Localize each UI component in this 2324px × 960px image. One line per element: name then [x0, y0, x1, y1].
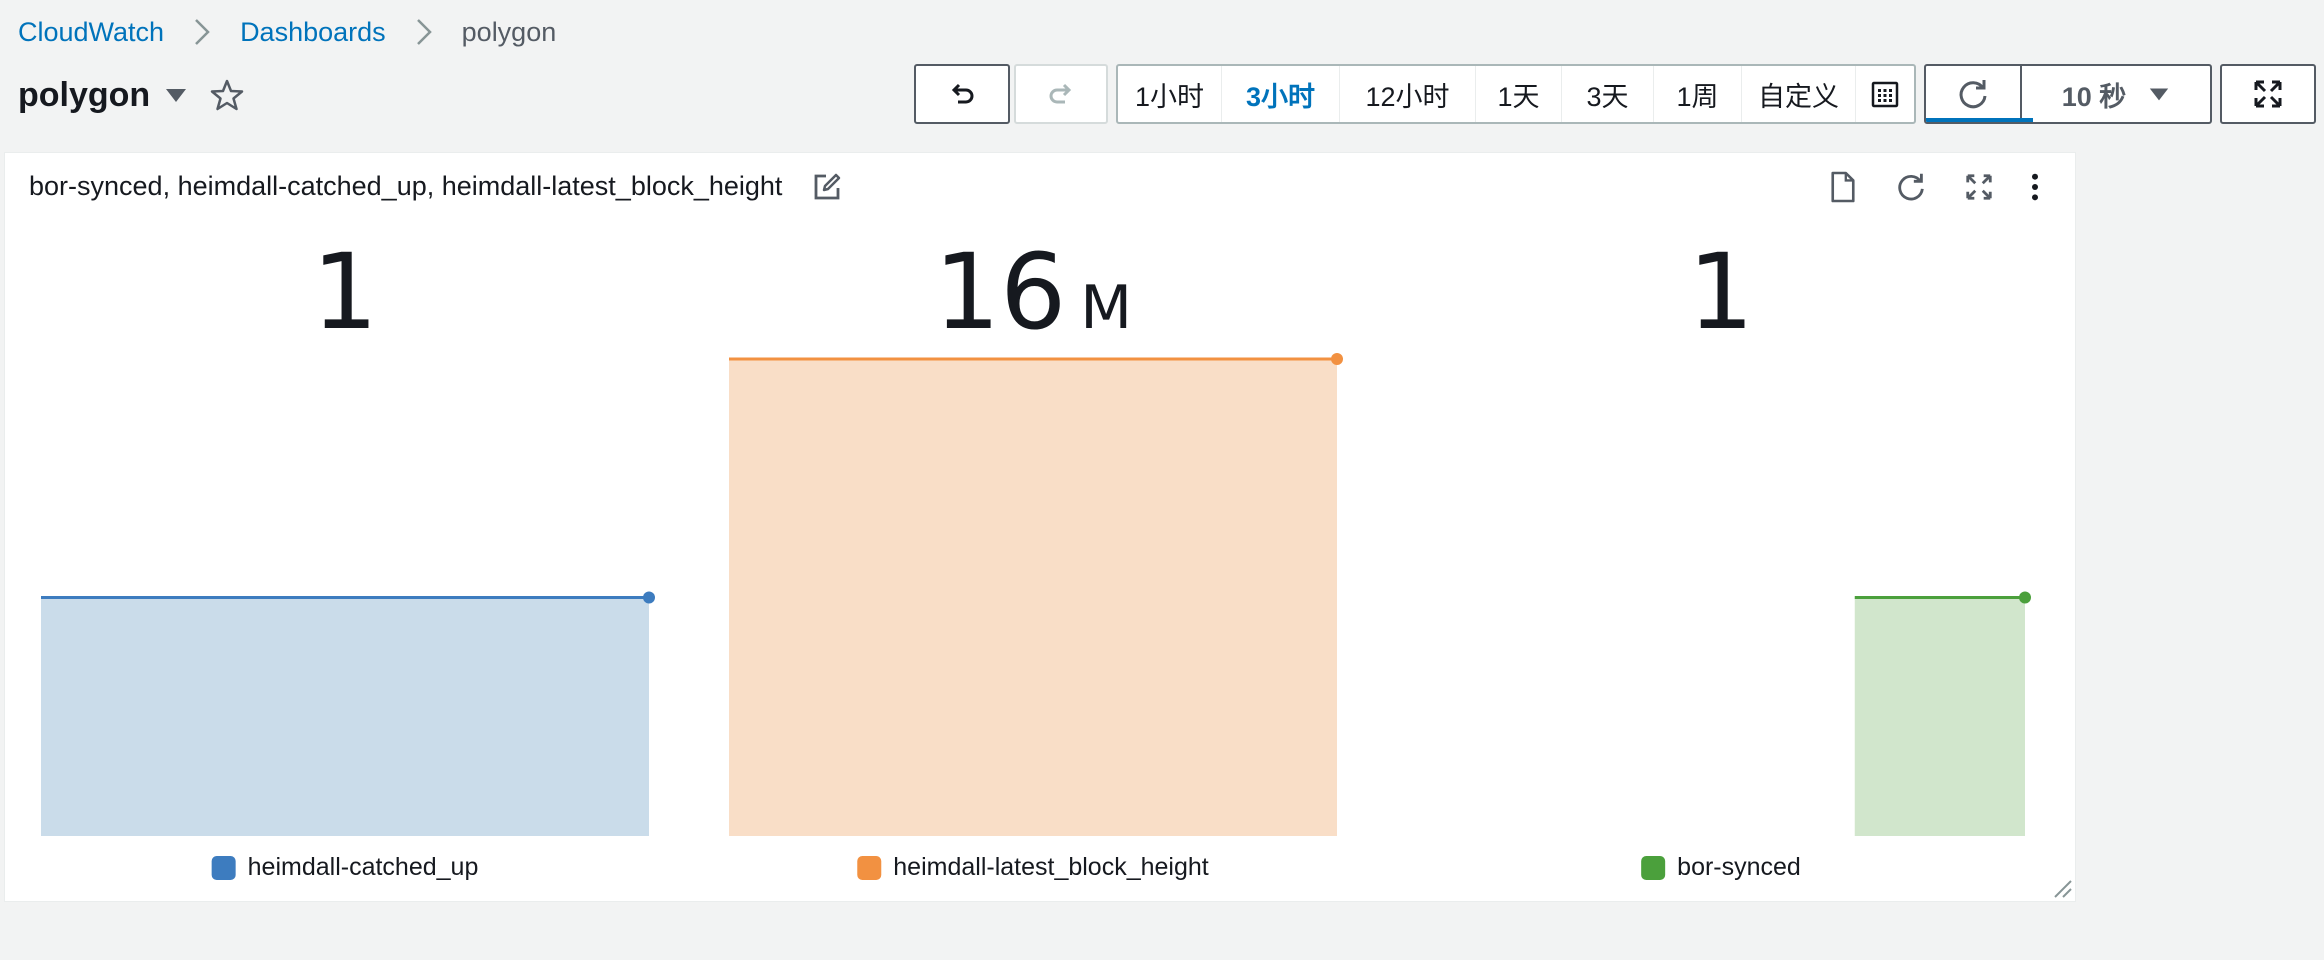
breadcrumb: CloudWatch Dashboards polygon — [18, 14, 556, 50]
resize-handle-icon[interactable] — [2049, 875, 2073, 899]
time-range-1w[interactable]: 1周 — [1654, 66, 1742, 122]
time-range-12h[interactable]: 12小时 — [1340, 66, 1476, 122]
sparkline-point — [1331, 353, 1343, 365]
refresh-progress-bar — [2022, 118, 2034, 122]
refresh-progress-bar — [1926, 118, 2022, 122]
redo-button[interactable] — [1014, 64, 1108, 124]
chevron-right-icon — [164, 17, 240, 47]
legend-item[interactable]: heimdall-catched_up — [211, 853, 479, 882]
refresh-interval-label: 10 秒 — [2061, 81, 2127, 112]
chevron-right-icon — [386, 17, 462, 47]
time-range-3h[interactable]: 3小时 — [1222, 66, 1340, 122]
fullscreen-button[interactable] — [2220, 64, 2316, 124]
legend-swatch — [211, 855, 236, 880]
undo-button[interactable] — [914, 64, 1010, 124]
sparkline-fill — [1854, 597, 2025, 836]
legend-label: heimdall-latest_block_height — [893, 853, 1209, 881]
refresh-interval-dropdown[interactable]: 10 秒 — [2022, 66, 2210, 122]
caret-down-icon — [2150, 88, 2169, 101]
time-range-3d[interactable]: 3天 — [1562, 66, 1654, 122]
refresh-icon — [1959, 80, 1987, 109]
breadcrumb-cloudwatch[interactable]: CloudWatch — [18, 17, 164, 48]
calendar-icon[interactable] — [1856, 66, 1914, 122]
star-icon[interactable] — [210, 78, 244, 112]
metric-number: 16 — [933, 231, 1067, 353]
metric-unit: M — [1080, 273, 1133, 343]
metric-number: 1 — [1687, 231, 1755, 353]
caret-down-icon[interactable] — [164, 83, 188, 107]
time-range-1h[interactable]: 1小时 — [1118, 66, 1222, 122]
undo-icon — [951, 83, 974, 104]
refresh-button[interactable] — [1926, 66, 2022, 122]
breadcrumb-dashboards[interactable]: Dashboards — [240, 17, 386, 48]
sparkline-fill — [41, 597, 649, 836]
metric-value: 1 — [312, 231, 378, 353]
sparkline-point — [643, 591, 655, 604]
legend-label: heimdall-catched_up — [247, 853, 479, 881]
legend-swatch — [857, 855, 882, 880]
time-range-1d[interactable]: 1天 — [1476, 66, 1562, 122]
metric-number: 1 — [311, 231, 379, 353]
metric-value: 1 — [1688, 231, 1754, 353]
sparkline-point — [2019, 591, 2031, 604]
sparkline-fill — [729, 359, 1337, 836]
redo-icon — [1049, 83, 1072, 104]
legend-swatch — [1641, 855, 1666, 880]
dashboard-title-row: polygon — [18, 70, 244, 120]
legend-label: bor-synced — [1677, 853, 1801, 881]
legend-item[interactable]: bor-synced — [1641, 853, 1801, 882]
refresh-control: 10 秒 — [1924, 64, 2212, 124]
time-range-selector: 1小时 3小时 12小时 1天 3天 1周 自定义 — [1116, 64, 1916, 124]
number-widget: bor-synced, heimdall-catched_up, heimdal… — [4, 152, 2076, 902]
metric-value: 16 M — [934, 231, 1132, 353]
expand-icon — [2254, 80, 2282, 108]
legend-item[interactable]: heimdall-latest_block_height — [857, 853, 1209, 882]
time-range-custom[interactable]: 自定义 — [1742, 66, 1856, 122]
page-title: polygon — [18, 75, 151, 114]
breadcrumb-current: polygon — [461, 16, 557, 47]
